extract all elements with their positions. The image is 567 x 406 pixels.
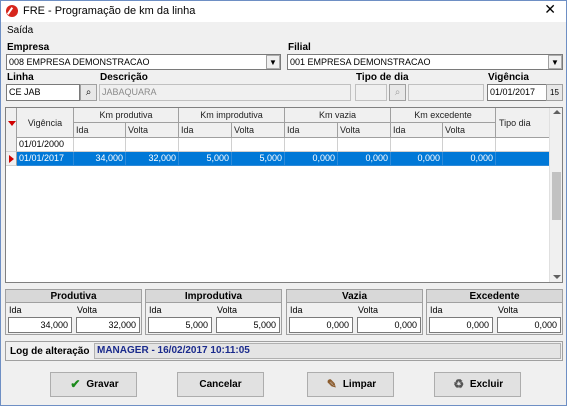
vazia-volta-field[interactable]: 0,000 — [357, 317, 421, 333]
descricao-field: JABAQUARA — [99, 84, 351, 101]
broom-icon: ✎ — [326, 377, 337, 391]
scroll-down-icon[interactable] — [553, 275, 561, 279]
window-title: FRE - Programação de km da linha — [23, 5, 196, 17]
vigencia-label: Vigência — [488, 72, 529, 83]
search-binoculars-icon[interactable]: ⌕ — [80, 84, 97, 101]
chevron-down-icon[interactable]: ▼ — [266, 55, 280, 69]
excedente-volta-field[interactable]: 0,000 — [497, 317, 561, 333]
col-improd-ida[interactable]: Ida — [179, 123, 232, 138]
col-vazia-volta[interactable]: Volta — [338, 123, 391, 138]
vazia-ida-field[interactable]: 0,000 — [289, 317, 353, 333]
col-vigencia[interactable]: Vigência — [17, 108, 74, 138]
window: FRE - Programação de km da linha ✕ Saída… — [0, 0, 567, 406]
scroll-up-icon[interactable] — [553, 110, 561, 114]
improdutiva-ida-field[interactable]: 5,000 — [148, 317, 212, 333]
improdutiva-volta-field[interactable]: 5,000 — [216, 317, 280, 333]
descricao-label: Descrição — [100, 72, 148, 83]
col-km-vazia: Km vazia — [285, 108, 391, 123]
app-logo-icon — [6, 5, 18, 17]
improdutiva-title: Improdutiva — [146, 290, 281, 303]
delete-button[interactable]: ♻ Excluir — [434, 372, 521, 397]
calendar-icon[interactable]: 15 — [546, 84, 563, 101]
menu-item-saida[interactable]: Saída — [7, 25, 33, 36]
filial-label: Filial — [288, 42, 311, 53]
volta-label: Volta — [217, 305, 238, 315]
save-button[interactable]: ✔ Gravar — [50, 372, 137, 397]
excedente-panel: Excedente Ida Volta 0,000 0,000 — [426, 289, 563, 335]
grid-vertical-scrollbar[interactable] — [549, 108, 562, 282]
col-exc-volta[interactable]: Volta — [443, 123, 496, 138]
trash-icon: ♻ — [453, 377, 465, 391]
chevron-down-icon[interactable]: ▼ — [548, 55, 562, 69]
produtiva-title: Produtiva — [6, 290, 141, 303]
col-improd-volta[interactable]: Volta — [232, 123, 285, 138]
cancel-button[interactable]: Cancelar — [177, 372, 264, 397]
vazia-title: Vazia — [287, 290, 422, 303]
title-bar: FRE - Programação de km da linha ✕ — [1, 1, 566, 22]
empresa-select[interactable]: 008 EMPRESA DEMONSTRACAO ▼ — [6, 54, 281, 70]
col-km-improdutiva: Km improdutiva — [179, 108, 285, 123]
sort-arrow-icon — [8, 121, 16, 126]
produtiva-panel: Produtiva Ida Volta 34,000 32,000 — [5, 289, 142, 335]
ida-label: Ida — [430, 305, 443, 315]
ida-label: Ida — [290, 305, 303, 315]
produtiva-volta-field[interactable]: 32,000 — [76, 317, 140, 333]
col-km-excedente: Km excedente — [391, 108, 496, 123]
ida-label: Ida — [9, 305, 22, 315]
col-prod-ida[interactable]: Ida — [74, 123, 126, 138]
excedente-ida-field[interactable]: 0,000 — [429, 317, 493, 333]
checkmark-icon: ✔ — [70, 377, 81, 391]
improdutiva-panel: Improdutiva Ida Volta 5,000 5,000 — [145, 289, 282, 335]
log-value: MANAGER - 16/02/2017 10:11:05 — [94, 343, 561, 359]
tipo-dia-description — [408, 84, 484, 101]
close-icon[interactable]: ✕ — [544, 2, 556, 18]
produtiva-ida-field[interactable]: 34,000 — [8, 317, 72, 333]
linha-label: Linha — [7, 72, 34, 83]
log-panel: Log de alteração MANAGER - 16/02/2017 10… — [5, 341, 563, 361]
tipo-dia-label: Tipo de dia — [356, 72, 409, 83]
log-label: Log de alteração — [10, 346, 90, 357]
km-grid[interactable]: Vigência Km produtiva Ida Volta Km impro… — [5, 107, 563, 283]
ida-label: Ida — [149, 305, 162, 315]
volta-label: Volta — [358, 305, 379, 315]
filial-select[interactable]: 001 EMPRESA DEMONSTRACAO ▼ — [287, 54, 563, 70]
volta-label: Volta — [498, 305, 519, 315]
filial-value: 001 EMPRESA DEMONSTRACAO — [290, 57, 431, 67]
tipo-dia-input — [355, 84, 387, 101]
vigencia-input[interactable]: 01/01/2017 — [487, 84, 547, 101]
col-km-produtiva: Km produtiva — [74, 108, 179, 123]
clear-button[interactable]: ✎ Limpar — [307, 372, 394, 397]
volta-label: Volta — [77, 305, 98, 315]
col-vazia-ida[interactable]: Ida — [285, 123, 338, 138]
search-binoculars-icon: ⌕ — [389, 84, 406, 101]
excedente-title: Excedente — [427, 290, 562, 303]
vazia-panel: Vazia Ida Volta 0,000 0,000 — [286, 289, 423, 335]
col-prod-volta[interactable]: Volta — [126, 123, 179, 138]
table-row-selected[interactable]: 01/01/2017 34,000 32,000 5,000 5,000 0,0… — [6, 152, 551, 166]
scroll-thumb[interactable] — [552, 172, 561, 220]
col-exc-ida[interactable]: Ida — [391, 123, 443, 138]
linha-input[interactable]: CE JAB — [6, 84, 80, 101]
empresa-label: Empresa — [7, 42, 50, 53]
table-row[interactable]: 01/01/2000 — [6, 138, 551, 152]
empresa-value: 008 EMPRESA DEMONSTRACAO — [9, 57, 150, 67]
col-tipo-dia[interactable]: Tipo dia — [496, 108, 551, 138]
